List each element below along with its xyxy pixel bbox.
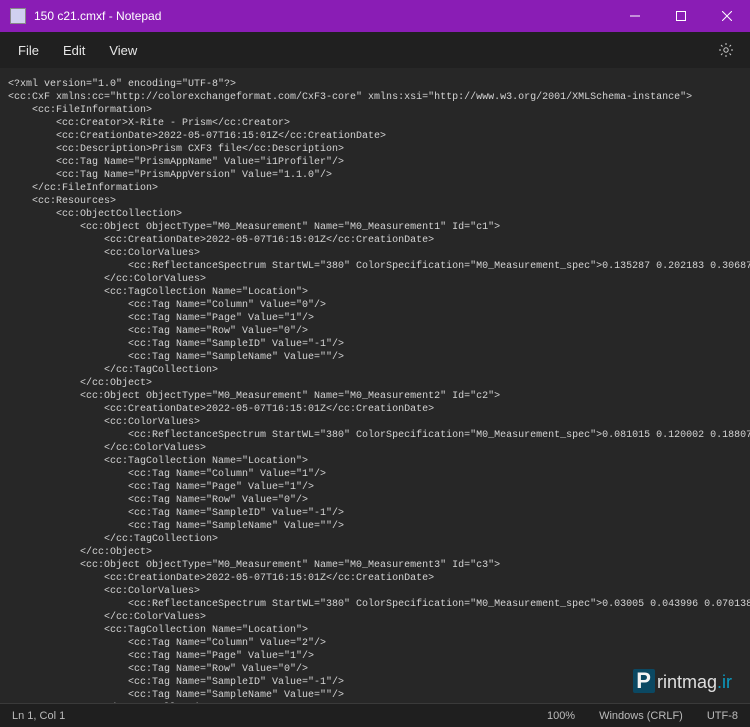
menu-view[interactable]: View — [97, 39, 149, 62]
minimize-button[interactable] — [612, 0, 658, 32]
watermark-printmag: P rintmag.ir — [633, 669, 732, 693]
menu-edit[interactable]: Edit — [51, 39, 97, 62]
status-bar: Ln 1, Col 1 100% Windows (CRLF) UTF-8 — [0, 703, 750, 727]
menu-bar: File Edit View — [0, 32, 750, 68]
notepad-app-icon — [10, 8, 26, 24]
close-button[interactable] — [704, 0, 750, 32]
window-title: 150 c21.cmxf - Notepad — [34, 9, 161, 23]
status-zoom: 100% — [547, 710, 575, 722]
settings-gear-icon[interactable] — [718, 42, 734, 58]
text-editor[interactable]: <?xml version="1.0" encoding="UTF-8"?> <… — [0, 68, 750, 703]
status-position: Ln 1, Col 1 — [12, 710, 65, 722]
title-bar: 150 c21.cmxf - Notepad — [0, 0, 750, 32]
status-encoding: UTF-8 — [707, 710, 738, 722]
watermark-letter: P — [633, 669, 655, 693]
menu-file[interactable]: File — [6, 39, 51, 62]
status-line-ending: Windows (CRLF) — [599, 710, 683, 722]
maximize-button[interactable] — [658, 0, 704, 32]
